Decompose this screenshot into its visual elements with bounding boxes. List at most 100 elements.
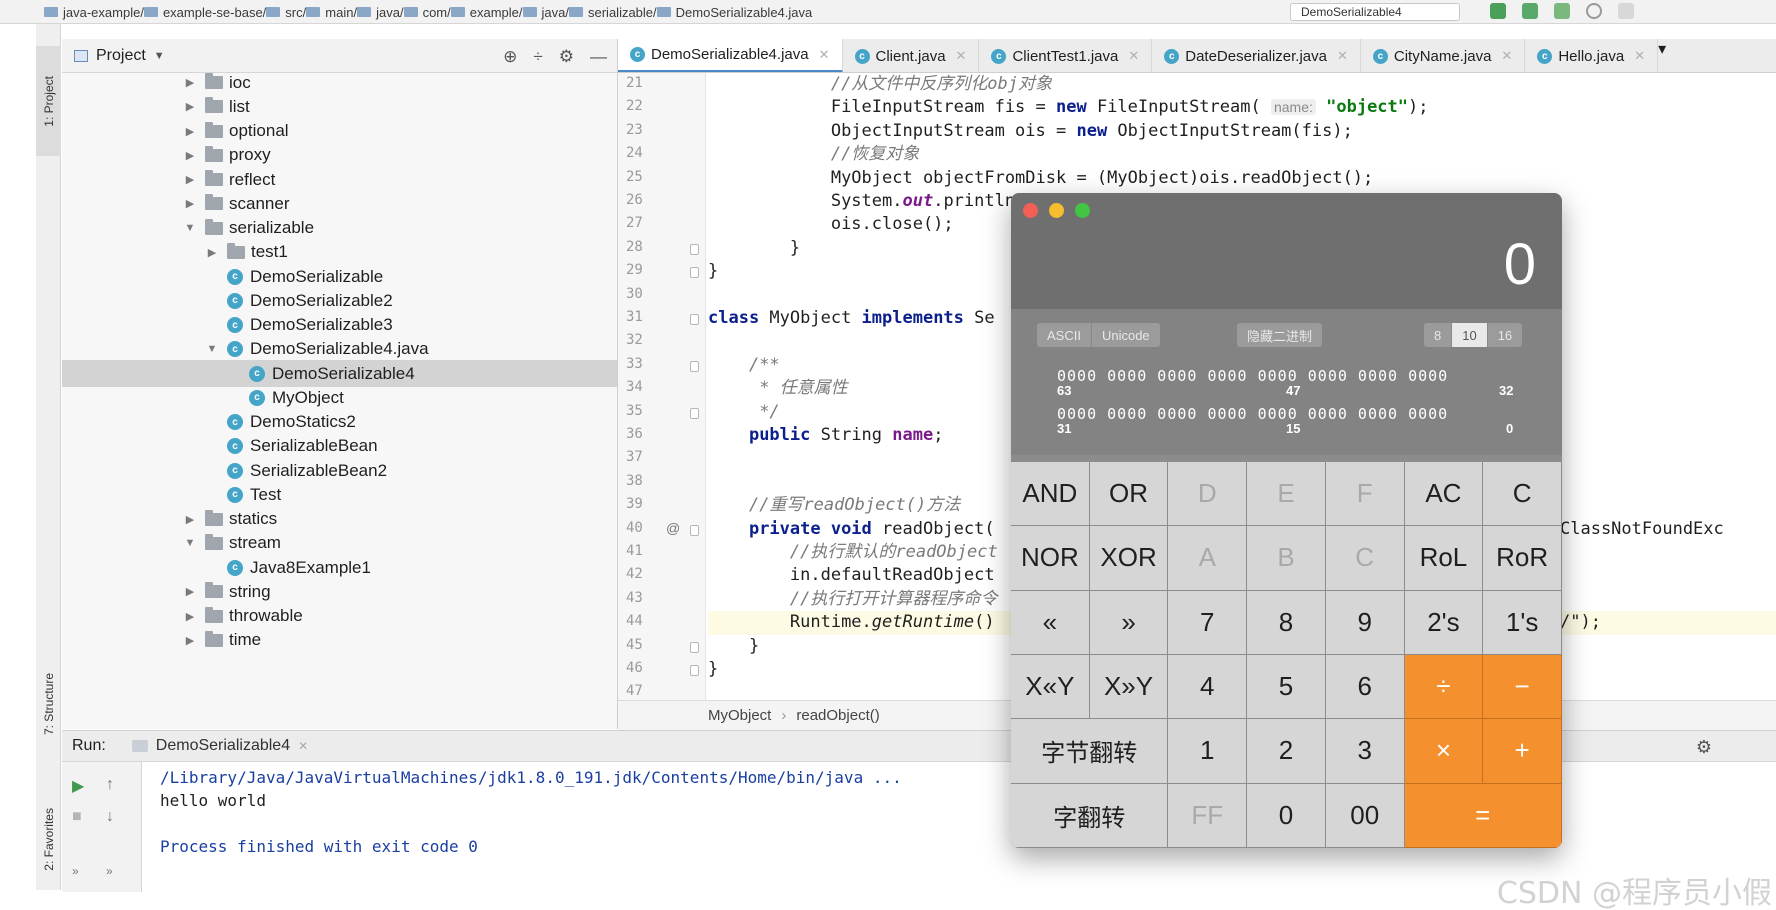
calc-key[interactable]: 00 <box>1325 783 1405 848</box>
calc-key[interactable]: AND <box>1011 462 1090 527</box>
chevron-right-icon[interactable]: ▶ <box>205 246 219 259</box>
calc-key[interactable]: C <box>1325 526 1405 591</box>
more-icon[interactable]: » <box>72 864 79 878</box>
run-configuration-select[interactable]: DemoSerializable4 <box>1290 3 1460 21</box>
chevron-right-icon[interactable]: ▶ <box>183 149 197 162</box>
code-breadcrumb-item[interactable]: MyObject <box>708 707 771 724</box>
calc-key[interactable]: AC <box>1404 462 1484 527</box>
tree-item-list[interactable]: ▶ list <box>62 93 617 120</box>
tree-item-throwable[interactable]: ▶ throwable <box>62 603 617 630</box>
base-16-mode[interactable]: 16 <box>1488 323 1522 347</box>
calc-key[interactable]: XOR <box>1089 526 1169 591</box>
search-icon[interactable] <box>1586 3 1602 19</box>
calc-key[interactable]: NOR <box>1011 526 1090 591</box>
calc-key[interactable]: RoR <box>1483 526 1562 591</box>
chevron-right-icon[interactable]: ▶ <box>183 173 197 186</box>
breadcrumb-item[interactable]: java <box>357 5 400 20</box>
tab-cityname-java[interactable]: c CityName.java ✕ <box>1361 39 1526 72</box>
calc-key[interactable]: 2 <box>1247 719 1326 784</box>
calc-key[interactable]: × <box>1404 719 1484 784</box>
breadcrumb-item[interactable]: example-se-base <box>143 5 263 20</box>
chevron-right-icon[interactable]: ▶ <box>183 610 197 623</box>
stop-icon[interactable]: ■ <box>72 808 82 826</box>
hide-icon[interactable]: — <box>590 47 607 67</box>
favorites-tool-tab[interactable]: 2: Favorites <box>36 784 61 894</box>
calc-key[interactable]: 字节翻转 <box>1011 719 1169 784</box>
tree-item-test[interactable]: c Test <box>62 481 617 508</box>
zoom-window-button[interactable] <box>1075 203 1090 218</box>
close-icon[interactable]: ✕ <box>1501 48 1512 64</box>
calc-key[interactable]: OR <box>1089 462 1169 527</box>
calc-key[interactable]: − <box>1483 655 1562 720</box>
calc-key[interactable]: C <box>1483 462 1562 527</box>
locate-icon[interactable]: ⊕ <box>503 47 517 67</box>
calc-key[interactable]: FF <box>1168 783 1248 848</box>
tree-item-ioc[interactable]: ▶ ioc <box>62 69 617 96</box>
calc-key[interactable]: E <box>1247 462 1326 527</box>
tab-clienttest1-java[interactable]: c ClientTest1.java ✕ <box>979 39 1153 72</box>
calc-key[interactable]: B <box>1247 526 1326 591</box>
close-window-button[interactable] <box>1023 203 1038 218</box>
override-marker-icon[interactable]: @ <box>666 520 680 536</box>
calc-key[interactable]: 字翻转 <box>1011 783 1169 848</box>
calc-key[interactable]: X»Y <box>1089 655 1169 720</box>
gear-icon[interactable]: ⚙ <box>1696 737 1712 758</box>
calc-key[interactable]: 5 <box>1247 655 1326 720</box>
calc-key[interactable]: « <box>1011 590 1090 655</box>
calc-key[interactable]: 2's <box>1404 590 1484 655</box>
base-10-mode[interactable]: 10 <box>1452 323 1488 347</box>
close-icon[interactable]: ✕ <box>298 739 308 753</box>
minimize-window-button[interactable] <box>1049 203 1064 218</box>
up-arrow-icon[interactable]: ↑ <box>106 776 114 794</box>
breadcrumb-item[interactable]: serializable <box>569 5 653 20</box>
tree-item-test1[interactable]: ▶ test1 <box>62 239 617 266</box>
calc-key[interactable]: 1 <box>1168 719 1248 784</box>
fold-marker[interactable] <box>690 314 699 325</box>
calc-key[interactable]: + <box>1483 719 1562 784</box>
tree-item-statics[interactable]: ▶ statics <box>62 506 617 533</box>
tree-item-demoserializable3[interactable]: c DemoSerializable3 <box>62 312 617 339</box>
tree-item-scanner[interactable]: ▶ scanner <box>62 190 617 217</box>
breadcrumb-item[interactable]: main <box>306 5 353 20</box>
tree-item-demoserializable[interactable]: c DemoSerializable <box>62 263 617 290</box>
tree-item-java8example1[interactable]: c Java8Example1 <box>62 554 617 581</box>
breadcrumb-item[interactable]: DemoSerializable4.java <box>656 5 812 20</box>
more-icon-2[interactable]: » <box>106 864 113 878</box>
gear-icon[interactable]: ⚙ <box>559 47 574 67</box>
collapse-all-icon[interactable]: ÷ <box>533 47 542 67</box>
tree-item-demoserializable4-java[interactable]: ▼ c DemoSerializable4.java <box>62 336 617 363</box>
chevron-down-icon[interactable]: ▼ <box>183 537 197 549</box>
chevron-right-icon[interactable]: ▶ <box>183 125 197 138</box>
tab-overflow-icon[interactable]: ▾ <box>1658 39 1666 72</box>
base-8-mode[interactable]: 8 <box>1424 323 1453 347</box>
tree-item-serializablebean[interactable]: c SerializableBean <box>62 433 617 460</box>
bit-row-high[interactable]: 0000 0000 0000 0000 0000 0000 0000 0000 <box>1057 367 1448 385</box>
chevron-right-icon[interactable]: ▶ <box>183 634 197 647</box>
calc-key[interactable]: D <box>1168 462 1248 527</box>
project-view-select[interactable]: Project <box>96 47 146 65</box>
chevron-right-icon[interactable]: ▶ <box>183 100 197 113</box>
ascii-mode[interactable]: ASCII <box>1037 323 1092 347</box>
rerun-icon[interactable]: ▶ <box>72 776 84 796</box>
run-icon[interactable] <box>1490 3 1506 19</box>
calc-key[interactable]: = <box>1404 783 1562 848</box>
tab-demoserializable4-java[interactable]: c DemoSerializable4.java ✕ <box>618 39 843 72</box>
fold-marker[interactable] <box>690 407 699 419</box>
breadcrumb-item[interactable]: java-example <box>44 5 140 20</box>
chevron-right-icon[interactable]: ▶ <box>183 197 197 210</box>
tree-item-myobject[interactable]: c MyObject <box>62 384 617 411</box>
calc-key[interactable]: F <box>1325 462 1405 527</box>
run-tab[interactable]: DemoSerializable4 ✕ <box>131 737 308 755</box>
tree-item-optional[interactable]: ▶ optional <box>62 118 617 145</box>
tab-datedeserializer-java[interactable]: c DateDeserializer.java ✕ <box>1152 39 1361 72</box>
close-icon[interactable]: ✕ <box>819 47 830 63</box>
calc-key[interactable]: A <box>1168 526 1248 591</box>
tree-item-stream[interactable]: ▼ stream <box>62 530 617 557</box>
stop-icon[interactable] <box>1618 3 1634 19</box>
breadcrumb-item[interactable]: example <box>450 5 519 20</box>
tree-item-demostatics2[interactable]: c DemoStatics2 <box>62 409 617 436</box>
down-arrow-icon[interactable]: ↓ <box>106 808 114 826</box>
calc-key[interactable]: 9 <box>1325 590 1405 655</box>
fold-marker[interactable] <box>690 243 699 255</box>
calc-key[interactable]: 6 <box>1325 655 1405 720</box>
